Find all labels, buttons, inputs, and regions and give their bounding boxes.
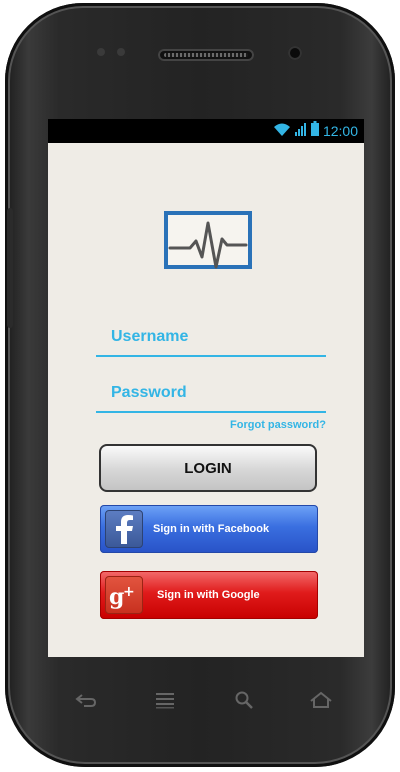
google-plus-icon: g + — [105, 576, 143, 614]
heartbeat-monitor-icon — [164, 211, 252, 273]
phone-frame: 12:00 Forgot password? LOGIN Sign in wit… — [5, 3, 395, 767]
volume-button — [7, 208, 13, 328]
screen: 12:00 Forgot password? LOGIN Sign in wit… — [48, 119, 364, 657]
proximity-sensor — [97, 48, 105, 56]
search-icon[interactable] — [231, 689, 257, 711]
facebook-icon — [105, 510, 143, 548]
front-camera — [288, 46, 302, 60]
light-sensor — [117, 48, 125, 56]
home-icon[interactable] — [308, 689, 334, 711]
status-bar: 12:00 — [48, 119, 364, 143]
username-field[interactable] — [96, 319, 326, 357]
facebook-signin-label: Sign in with Facebook — [153, 523, 270, 535]
google-signin-label: Sign in with Google — [157, 589, 260, 601]
signal-icon — [294, 122, 307, 141]
password-input[interactable] — [96, 375, 326, 411]
password-field[interactable] — [96, 375, 326, 413]
google-signin-button[interactable]: g + Sign in with Google — [100, 571, 318, 619]
back-icon[interactable] — [73, 689, 99, 711]
svg-text:+: + — [123, 584, 135, 600]
earpiece-speaker — [158, 49, 254, 61]
status-clock: 12:00 — [322, 123, 358, 139]
login-button[interactable]: LOGIN — [99, 444, 317, 492]
username-input[interactable] — [96, 319, 326, 355]
facebook-signin-button[interactable]: Sign in with Facebook — [100, 505, 318, 553]
wifi-icon — [273, 122, 291, 141]
navigation-bar — [65, 689, 355, 711]
forgot-password-link[interactable]: Forgot password? — [230, 419, 326, 431]
menu-icon[interactable] — [152, 689, 178, 711]
battery-icon — [310, 121, 319, 141]
